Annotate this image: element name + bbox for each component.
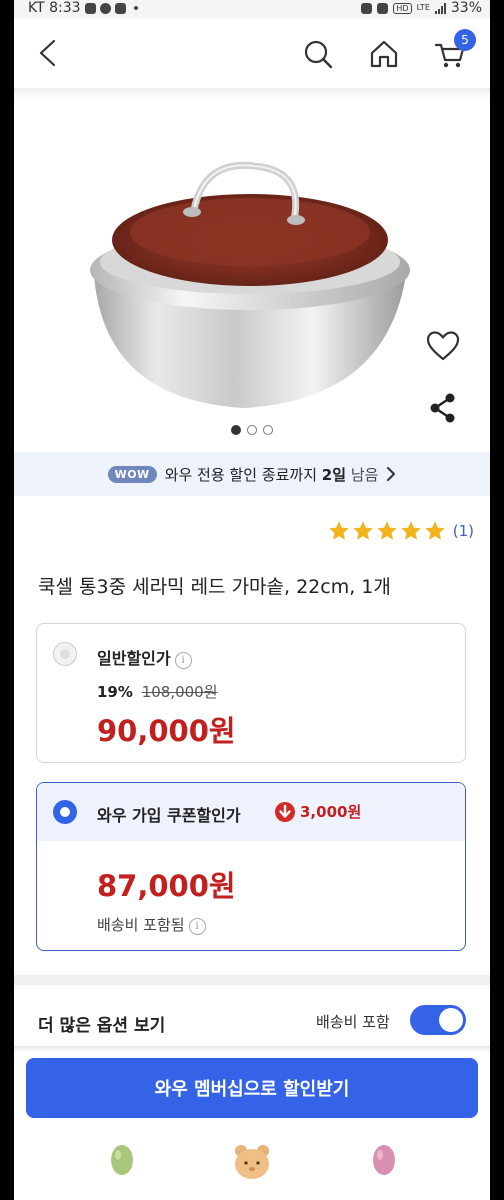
image-page-dot[interactable]	[247, 425, 257, 435]
discount-percent: 19%	[97, 683, 133, 701]
carrier-time: KT 8:33	[28, 0, 81, 16]
wow-badge: WOW	[107, 465, 157, 483]
discount-line: 19% 108,000원	[97, 681, 218, 702]
coupon-download[interactable]: 3,000원	[275, 801, 361, 822]
hd-icon: HD	[393, 2, 412, 14]
coupon-amount: 3,000원	[300, 803, 362, 821]
shipping-toggle-label: 배송비 포함	[316, 1013, 390, 1031]
radio-regular-discount[interactable]	[53, 642, 77, 666]
image-pagination	[14, 425, 490, 435]
section-separator	[14, 975, 490, 985]
shipping-note-text: 배송비 포함됨	[97, 916, 185, 934]
talk-icon	[84, 2, 96, 14]
wow-membership-button[interactable]: 와우 멤버십으로 할인받기	[26, 1058, 478, 1118]
nav-shadow	[14, 88, 490, 100]
star-icon	[353, 521, 373, 540]
product-image[interactable]	[14, 100, 490, 445]
original-price: 108,000원	[141, 683, 218, 701]
image-page-dot[interactable]	[231, 425, 241, 435]
star-icon	[425, 521, 445, 540]
radio-wow-coupon[interactable]	[53, 800, 77, 824]
option-label-wow: 와우 가입 쿠폰할인가	[97, 806, 241, 825]
image-page-dot[interactable]	[263, 425, 273, 435]
product-title: 쿡셀 통3중 세라믹 레드 가마솥, 22cm, 1개	[38, 576, 391, 598]
notification-icon	[114, 2, 126, 14]
rating-stars	[328, 520, 446, 542]
shipping-included-toggle[interactable]	[410, 1005, 466, 1035]
wow-banner-text: 와우 전용 할인 종료까지 2일 남음	[165, 464, 379, 485]
more-notifications-dot	[133, 6, 138, 10]
pink-bean-icon[interactable]	[370, 1142, 398, 1178]
green-bean-icon[interactable]	[108, 1142, 136, 1178]
battery-level: 33%	[450, 0, 482, 16]
home-icon[interactable]	[368, 38, 400, 70]
more-options-link[interactable]: 더 많은 옵션 보기	[38, 1011, 165, 1036]
rating-count: (1)	[452, 522, 474, 540]
status-bar: KT 8:33 HD LTE 33%	[14, 0, 490, 18]
signal-icon	[434, 2, 446, 14]
product-rating[interactable]: (1)	[328, 520, 474, 542]
star-icon	[401, 521, 421, 540]
status-right: HD LTE 33%	[361, 0, 482, 16]
option-regular-discount[interactable]: 일반할인가 i 19% 108,000원 90,000원	[36, 623, 466, 763]
wow-banner-suffix: 남음	[350, 465, 379, 484]
battery-saver-icon	[361, 2, 373, 14]
info-icon[interactable]: i	[188, 918, 206, 935]
back-arrow-icon[interactable]	[34, 38, 64, 68]
option-wow-coupon[interactable]: 와우 가입 쿠폰할인가 3,000원 87,000원 배송비 포함됨 i	[36, 782, 466, 951]
lte-icon: LTE	[416, 3, 430, 12]
share-icon[interactable]	[428, 392, 458, 424]
wow-banner-main-text: 와우 전용 할인 종료까지	[164, 465, 317, 484]
info-icon[interactable]: i	[174, 652, 192, 669]
star-icon	[377, 521, 397, 540]
wow-banner-remaining: 2일	[321, 465, 347, 484]
shipping-note: 배송비 포함됨 i	[97, 914, 206, 935]
option-label-text: 일반할인가	[97, 649, 171, 668]
bear-face-icon[interactable]	[232, 1142, 272, 1182]
star-icon	[329, 521, 349, 540]
mute-icon	[377, 2, 389, 14]
search-icon[interactable]	[302, 38, 334, 70]
regular-price: 90,000원	[97, 714, 236, 748]
wishlist-heart-icon[interactable]	[426, 330, 460, 362]
bottom-fade	[14, 1046, 490, 1052]
wow-discount-banner[interactable]: WOW 와우 전용 할인 종료까지 2일 남음	[14, 452, 490, 496]
chevron-right-icon	[387, 467, 396, 481]
app-screen: KT 8:33 HD LTE 33% 5 WOW 와우 전용 할인 종료까지 2…	[14, 0, 490, 1200]
bottom-emoji-bar	[14, 1138, 490, 1188]
status-left: KT 8:33	[28, 0, 138, 16]
coupon-down-arrow-icon	[275, 801, 295, 822]
wow-price: 87,000원	[97, 869, 236, 903]
chat-icon	[99, 2, 111, 14]
cart-count-badge: 5	[454, 29, 476, 51]
option-label: 일반할인가 i	[97, 645, 192, 669]
top-nav: 5	[14, 18, 490, 88]
